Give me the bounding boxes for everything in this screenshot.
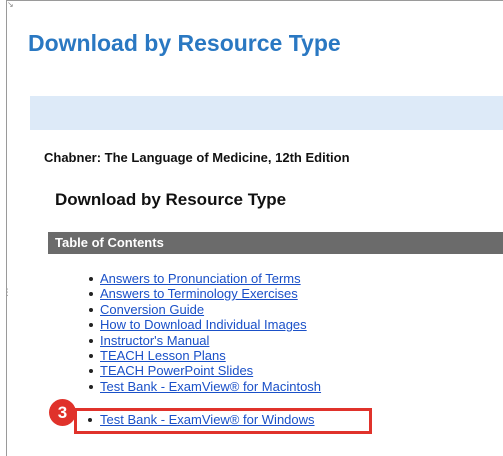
list-item-highlighted: Test Bank - ExamView® for Windows — [80, 412, 315, 427]
step-number-badge: 3 — [49, 399, 76, 426]
bullet-icon — [89, 369, 93, 374]
resource-link[interactable]: Answers to Pronunciation of Terms — [100, 271, 301, 286]
table-of-contents-header: Table of Contents — [48, 232, 503, 254]
header-band — [30, 96, 503, 130]
test-bank-windows-link[interactable]: Test Bank - ExamView® for Windows — [100, 412, 315, 427]
list-item: Conversion Guide — [60, 302, 300, 317]
resource-link[interactable]: TEACH PowerPoint Slides — [100, 363, 253, 378]
list-item: TEACH Lesson Plans — [60, 348, 300, 363]
bullet-icon — [89, 384, 93, 389]
resource-list: Answers to Pronunciation of Terms Answer… — [60, 271, 321, 394]
resource-link[interactable]: Test Bank - ExamView® for Macintosh — [100, 379, 321, 394]
list-item: Answers to Pronunciation of Terms — [60, 271, 301, 286]
bullet-icon — [89, 292, 93, 297]
list-item: TEACH PowerPoint Slides — [60, 363, 300, 378]
page-title: Download by Resource Type — [28, 30, 341, 56]
resource-link[interactable]: Instructor's Manual — [100, 333, 209, 348]
bullet-icon — [89, 323, 93, 328]
list-item: Test Bank - ExamView® for Macintosh — [60, 379, 321, 394]
resource-link[interactable]: How to Download Individual Images — [100, 317, 307, 332]
list-item: How to Download Individual Images — [60, 317, 307, 332]
toc-label: Table of Contents — [55, 235, 164, 250]
resource-link[interactable]: Answers to Terminology Exercises — [100, 286, 298, 301]
list-item: Answers to Terminology Exercises — [60, 286, 300, 301]
section-heading: Download by Resource Type — [55, 190, 287, 209]
bullet-icon — [89, 277, 93, 281]
bullet-icon — [89, 353, 93, 358]
bullet-icon — [89, 307, 93, 312]
book-title: Chabner: The Language of Medicine, 12th … — [44, 150, 350, 165]
resource-link[interactable]: Conversion Guide — [100, 302, 204, 317]
resource-link[interactable]: TEACH Lesson Plans — [100, 348, 226, 363]
splitter-grip-icon[interactable]: ⋮ — [3, 288, 12, 310]
bullet-icon — [88, 418, 92, 422]
bullet-icon — [89, 338, 93, 343]
list-item: Instructor's Manual — [60, 333, 300, 348]
resize-corner-icon: ↘ — [7, 0, 14, 9]
